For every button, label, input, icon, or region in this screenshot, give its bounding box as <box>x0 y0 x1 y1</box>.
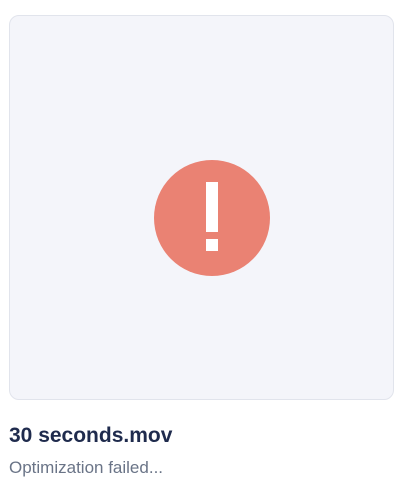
file-name[interactable]: 30 seconds.mov <box>9 424 172 448</box>
error-badge <box>154 160 270 276</box>
media-card: 30 seconds.mov Optimization failed... <box>0 0 406 492</box>
exclamation-icon <box>206 182 218 251</box>
file-status: Optimization failed... <box>9 458 164 477</box>
media-thumbnail[interactable] <box>9 15 394 400</box>
